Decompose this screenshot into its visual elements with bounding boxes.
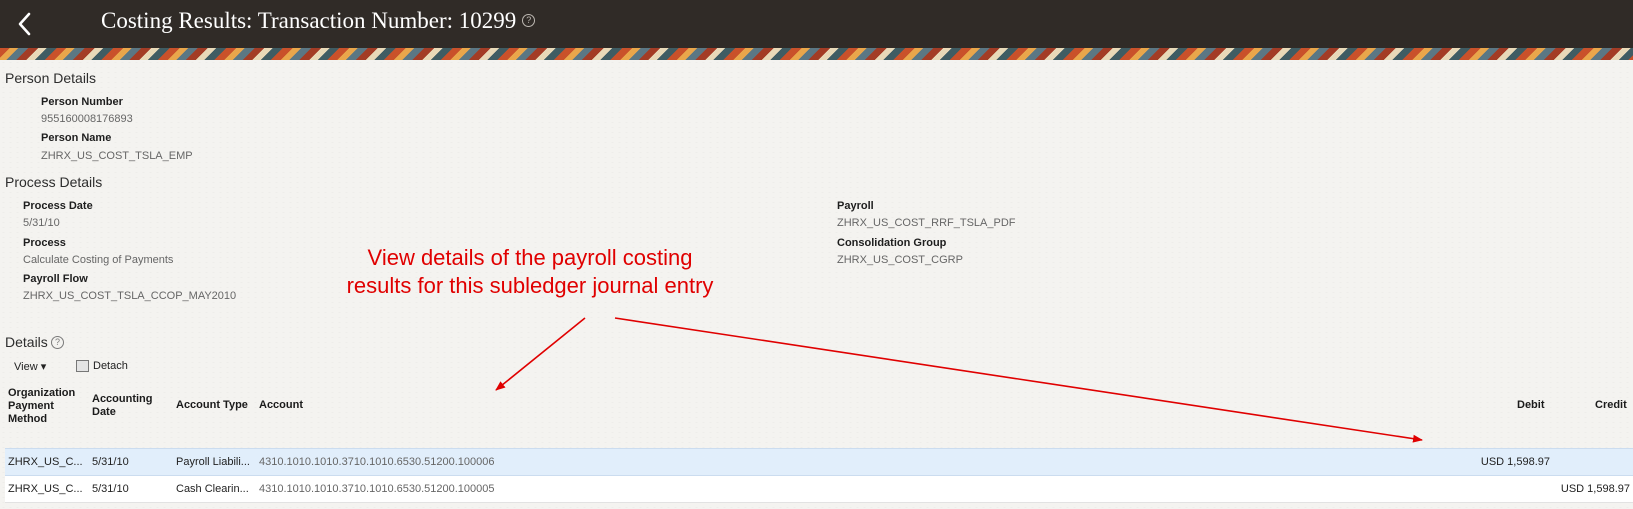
annotation-arrows — [495, 317, 1423, 443]
annotation-arrow-to-debit — [614, 317, 1423, 443]
annotation-arrow-to-table — [495, 317, 586, 391]
